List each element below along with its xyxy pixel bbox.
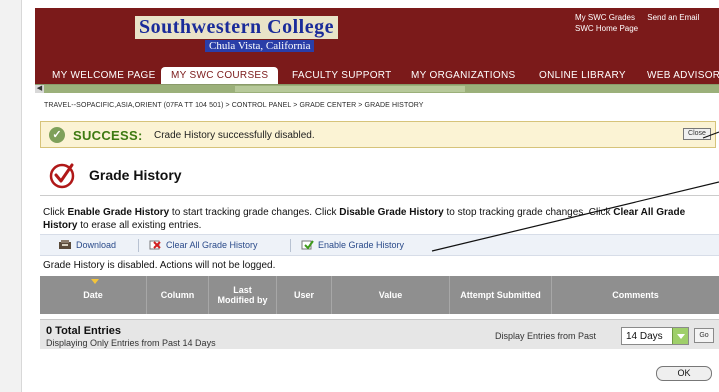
instructions: Click Enable Grade History to start trac… xyxy=(43,207,686,231)
page-title: Grade History xyxy=(89,167,182,183)
enable-grade-history-button[interactable]: Enable Grade History xyxy=(300,239,404,250)
grade-history-icon xyxy=(49,163,75,189)
page: Southwestern College Chula Vista, Califo… xyxy=(0,0,719,392)
breadcrumb[interactable]: TRAVEL--SOPACIFIC,ASIA,ORIENT (07FA TT 1… xyxy=(44,102,424,109)
logo-title: Southwestern College xyxy=(135,16,338,39)
success-receipt: ✓ SUCCESS: Crade History successfully di… xyxy=(40,121,716,148)
send-email-link[interactable]: Send an Email xyxy=(647,12,699,23)
main-nav: MY WELCOME PAGE MY SWC COURSES FACULTY S… xyxy=(35,64,719,84)
my-swc-grades-link[interactable]: My SWC Grades xyxy=(575,12,635,23)
tab-faculty-support[interactable]: FACULTY SUPPORT xyxy=(292,67,392,84)
left-margin-panel xyxy=(0,0,22,392)
days-dropdown-value: 14 Days xyxy=(626,331,663,342)
tab-online-library[interactable]: ONLINE LIBRARY xyxy=(539,67,626,84)
close-receipt-button[interactable]: Close xyxy=(683,128,711,140)
download-icon xyxy=(59,240,71,249)
ok-button[interactable]: OK xyxy=(656,366,712,381)
success-message: Crade History successfully disabled. xyxy=(154,130,315,141)
table-footer: 0 Total Entries Displaying Only Entries … xyxy=(40,319,719,349)
column-header-attempt-submitted[interactable]: Attempt Submitted xyxy=(450,276,552,314)
total-entries: 0 Total Entries xyxy=(46,325,121,337)
college-logo[interactable]: Southwestern College Chula Vista, Califo… xyxy=(135,14,338,58)
top-links: My SWC Grades Send an Email SWC Home Pag… xyxy=(575,12,709,34)
clear-all-grade-history-button[interactable]: Clear All Grade History xyxy=(148,239,258,250)
column-header-comments[interactable]: Comments xyxy=(552,276,719,314)
action-separator xyxy=(138,239,139,252)
action-separator xyxy=(290,239,291,252)
grade-history-table-header: Date Column Last Modified by User Value … xyxy=(40,276,719,314)
tab-my-welcome-page[interactable]: MY WELCOME PAGE xyxy=(52,67,156,84)
days-dropdown[interactable]: 14 Days xyxy=(621,327,689,345)
column-header-user[interactable]: User xyxy=(277,276,332,314)
check-icon: ✓ xyxy=(49,127,65,143)
column-header-value[interactable]: Value xyxy=(332,276,450,314)
column-header-last-modified-by[interactable]: Last Modified by xyxy=(209,276,277,314)
success-label: SUCCESS: xyxy=(73,128,143,143)
enable-icon xyxy=(301,240,314,250)
title-divider xyxy=(40,195,719,196)
swc-home-page-link[interactable]: SWC Home Page xyxy=(575,23,699,34)
download-button[interactable]: Download xyxy=(58,239,116,250)
tab-my-organizations[interactable]: MY ORGANIZATIONS xyxy=(411,67,515,84)
clear-icon xyxy=(149,240,161,250)
disabled-note: Grade History is disabled. Actions will … xyxy=(43,260,276,271)
scroll-thumb[interactable] xyxy=(235,86,465,92)
go-button[interactable]: Go xyxy=(694,328,714,343)
display-entries-label: Display Entries from Past xyxy=(495,331,597,341)
tab-web-advisor[interactable]: WEB ADVISOR xyxy=(647,67,719,84)
tab-my-swc-courses[interactable]: MY SWC COURSES xyxy=(161,67,279,84)
scroll-left-arrow-icon[interactable]: ◀ xyxy=(35,85,44,93)
site-header: Southwestern College Chula Vista, Califo… xyxy=(35,8,719,64)
column-header-date[interactable]: Date xyxy=(40,276,147,314)
column-header-column[interactable]: Column xyxy=(147,276,209,314)
displaying-note: Displaying Only Entries from Past 14 Day… xyxy=(46,338,216,348)
chevron-down-icon[interactable] xyxy=(672,328,688,344)
horizontal-scrollbar[interactable]: ◀ xyxy=(35,84,719,93)
logo-subtitle: Chula Vista, California xyxy=(205,40,315,52)
action-bar: Download Clear All Grade History Enable … xyxy=(40,234,719,256)
